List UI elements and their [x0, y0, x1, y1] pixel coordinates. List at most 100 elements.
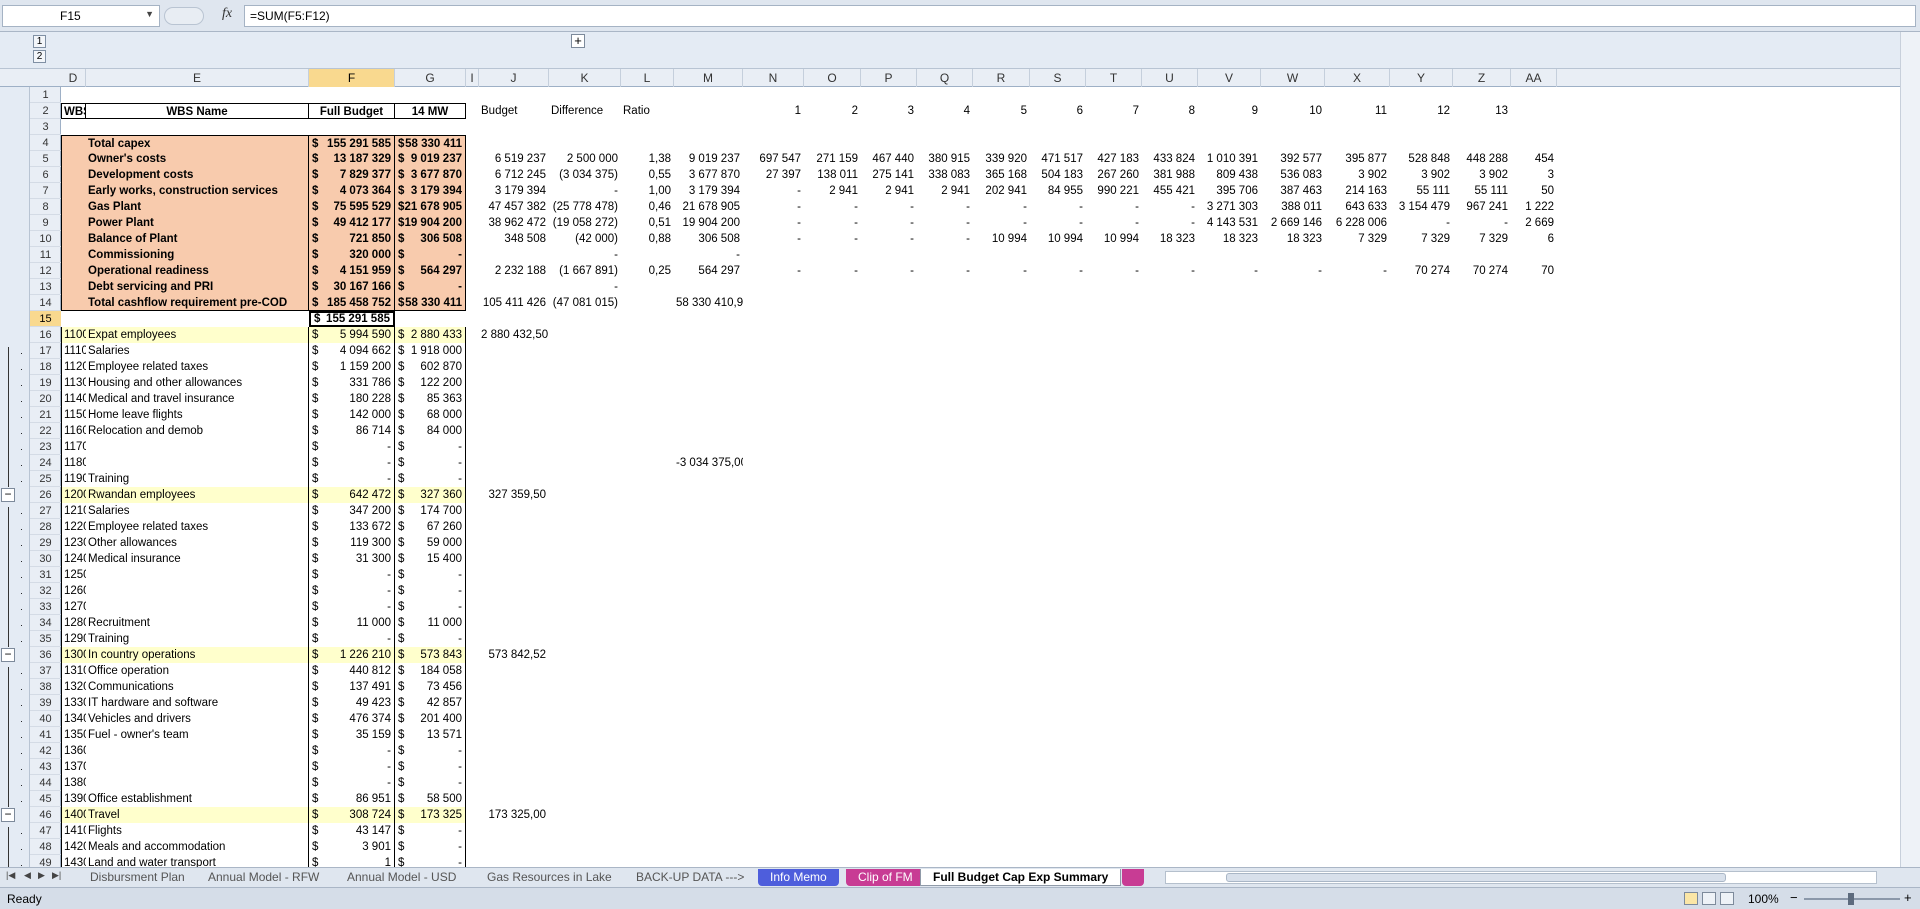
zoom-in-icon[interactable]: + [1904, 890, 1912, 905]
cell-x7[interactable]: 214 163 [1325, 183, 1390, 199]
cell-u6[interactable]: 381 988 [1142, 167, 1198, 183]
cell-k10[interactable]: (42 000) [549, 231, 621, 247]
cell-j46[interactable]: 173 325,00 [479, 807, 549, 823]
column-header-aa[interactable]: AA [1511, 69, 1557, 87]
cell-p6[interactable]: 275 141 [861, 167, 917, 183]
row-header-44[interactable]: 44 [30, 775, 61, 791]
row-header-3[interactable]: 3 [30, 119, 61, 135]
zoom-slider[interactable] [1804, 893, 1900, 905]
normal-view-icon[interactable] [1684, 892, 1698, 905]
sheet-tab[interactable]: Annual Model - RFW [196, 869, 331, 886]
cell-m9[interactable]: 19 904 200 [674, 215, 743, 231]
cell-d16[interactable]: 1100 [61, 327, 86, 343]
zoom-level[interactable]: 100% [1748, 892, 1779, 906]
cell-y10[interactable]: 7 329 [1390, 231, 1453, 247]
cell-f5[interactable]: 13 187 329 $ [309, 151, 395, 167]
cell-d19[interactable]: 1130 [61, 375, 86, 391]
cell-d29[interactable]: 1230 [61, 535, 86, 551]
column-header-d[interactable]: D [61, 69, 86, 87]
summary-wbs-cell[interactable] [61, 279, 86, 295]
cell-g45[interactable]: 58 500 $ [395, 791, 466, 807]
cell-v9[interactable]: 4 143 531 [1198, 215, 1261, 231]
cell-f37[interactable]: 440 812 $ [309, 663, 395, 679]
cell-t6[interactable]: 267 260 [1086, 167, 1142, 183]
cell-p10[interactable]: - [861, 231, 917, 247]
cell-f39[interactable]: 49 423 $ [309, 695, 395, 711]
cell-e18[interactable]: Employee related taxes [86, 359, 309, 375]
cell-f23[interactable]: - $ [309, 439, 395, 455]
cell-d25[interactable]: 1190 [61, 471, 86, 487]
cell-n5[interactable]: 697 547 [743, 151, 804, 167]
cell-e27[interactable]: Salaries [86, 503, 309, 519]
row-header-16[interactable]: 16 [30, 327, 61, 343]
cell-o12[interactable]: - [804, 263, 861, 279]
cell-n12[interactable]: - [743, 263, 804, 279]
row-header-48[interactable]: 48 [30, 839, 61, 855]
cell-j9[interactable]: 38 962 472 [479, 215, 549, 231]
row-header-26[interactable]: 26 [30, 487, 61, 503]
row-header-38[interactable]: 38 [30, 679, 61, 695]
cell-y6[interactable]: 3 902 [1390, 167, 1453, 183]
cell-f48[interactable]: 3 901 $ [309, 839, 395, 855]
cell-e32[interactable] [86, 583, 309, 599]
page-layout-icon[interactable] [1702, 892, 1716, 905]
cell-d24[interactable]: 1180 [61, 455, 86, 471]
horizontal-scrollbar[interactable] [1165, 871, 1877, 884]
cell-e26[interactable]: Rwandan employees [86, 487, 309, 503]
cell-z7[interactable]: 55 111 [1453, 183, 1511, 199]
cell-l13[interactable] [621, 279, 674, 295]
cell-x5[interactable]: 395 877 [1325, 151, 1390, 167]
row-header-29[interactable]: 29 [30, 535, 61, 551]
cell-g26[interactable]: 327 360 $ [395, 487, 466, 503]
cell-e45[interactable]: Office establishment [86, 791, 309, 807]
cell-e35[interactable]: Training [86, 631, 309, 647]
cell-x10[interactable]: 7 329 [1325, 231, 1390, 247]
collapse-group-button[interactable]: − [1, 488, 15, 502]
cell-e31[interactable] [86, 567, 309, 583]
collapse-group-button[interactable]: − [1, 808, 15, 822]
cell-t9[interactable]: - [1086, 215, 1142, 231]
cell-v10[interactable]: 18 323 [1198, 231, 1261, 247]
row-header-12[interactable]: 12 [30, 263, 61, 279]
cell-j13[interactable] [479, 279, 549, 295]
cell-p7[interactable]: 2 941 [861, 183, 917, 199]
cell-m5[interactable]: 9 019 237 [674, 151, 743, 167]
cell-v12[interactable]: - [1198, 263, 1261, 279]
summary-wbs-cell[interactable] [61, 295, 86, 311]
cell-j12[interactable]: 2 232 188 [479, 263, 549, 279]
cell-g7[interactable]: 3 179 394 $ [395, 183, 466, 199]
cell-g33[interactable]: - $ [395, 599, 466, 615]
cell-g19[interactable]: 122 200 $ [395, 375, 466, 391]
cell-k9[interactable]: (19 058 272) [549, 215, 621, 231]
cell-j10[interactable]: 348 508 [479, 231, 549, 247]
cell-e38[interactable]: Communications [86, 679, 309, 695]
row-header-43[interactable]: 43 [30, 759, 61, 775]
chevron-down-icon[interactable]: ▼ [145, 9, 154, 19]
cell-e21[interactable]: Home leave flights [86, 407, 309, 423]
cell-g29[interactable]: 59 000 $ [395, 535, 466, 551]
cell-n8[interactable]: - [743, 199, 804, 215]
cell-aa7[interactable]: 50 [1511, 183, 1557, 199]
page-break-icon[interactable] [1720, 892, 1734, 905]
cell-k12[interactable]: (1 667 891) [549, 263, 621, 279]
cell-k5[interactable]: 2 500 000 [549, 151, 621, 167]
header-14mw[interactable]: 14 MW [395, 103, 466, 119]
cell-q6[interactable]: 338 083 [917, 167, 973, 183]
cell-d32[interactable]: 1260 [61, 583, 86, 599]
cell-f25[interactable]: - $ [309, 471, 395, 487]
cell-p12[interactable]: - [861, 263, 917, 279]
sheet-tab[interactable]: Info Memo [758, 869, 839, 886]
cell-n9[interactable]: - [743, 215, 804, 231]
cell-e8[interactable]: Gas Plant [86, 199, 309, 215]
cell-r9[interactable]: - [973, 215, 1030, 231]
cell-u5[interactable]: 433 824 [1142, 151, 1198, 167]
cell-d34[interactable]: 1280 [61, 615, 86, 631]
cell-e43[interactable] [86, 759, 309, 775]
cell-t8[interactable]: - [1086, 199, 1142, 215]
summary-wbs-cell[interactable] [61, 183, 86, 199]
cell-w5[interactable]: 392 577 [1261, 151, 1325, 167]
summary-wbs-cell[interactable] [61, 215, 86, 231]
header-period-10[interactable]: 10 [1261, 103, 1325, 119]
cell-g41[interactable]: 13 571 $ [395, 727, 466, 743]
cell-g22[interactable]: 84 000 $ [395, 423, 466, 439]
